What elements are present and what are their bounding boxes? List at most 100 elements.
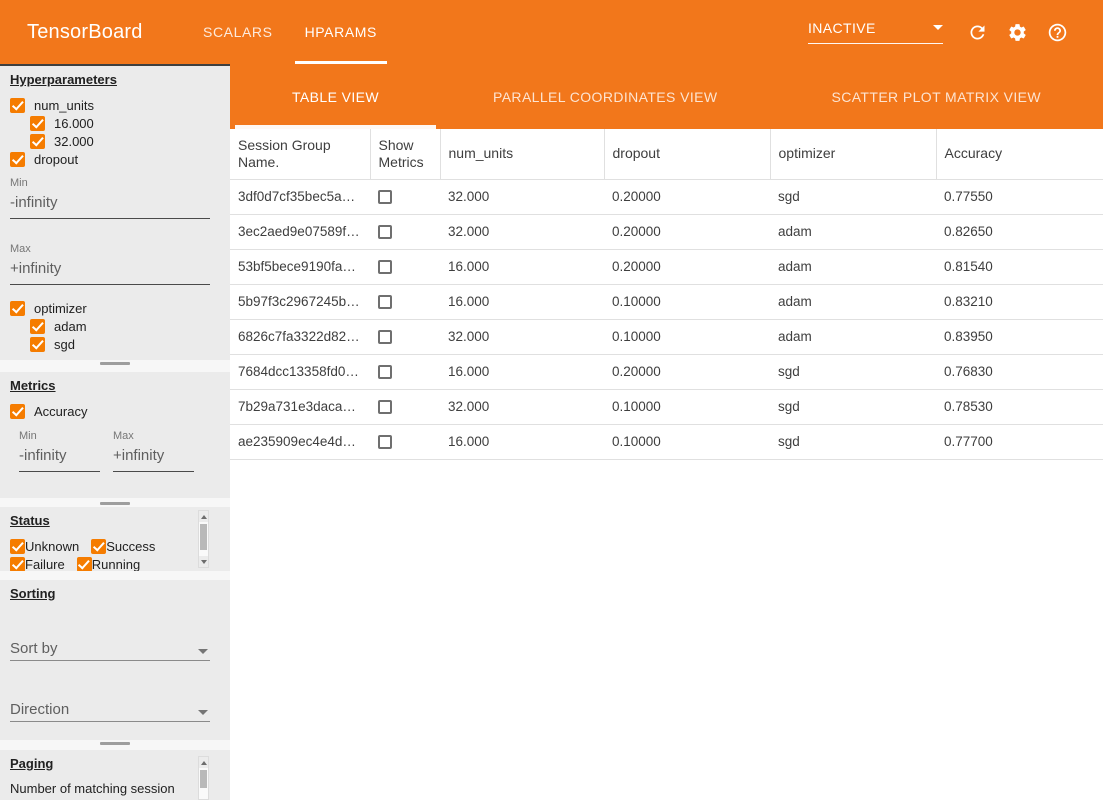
header-num-units[interactable]: num_units xyxy=(440,129,604,179)
table-row: 7b29a731e3daca… 32.000 0.10000 sgd 0.785… xyxy=(230,389,1103,424)
status-running-label: Running xyxy=(92,557,140,572)
scroll-up-button[interactable] xyxy=(199,511,208,522)
num-units-value-row: 16.000 xyxy=(30,114,210,132)
show-metrics-checkbox[interactable] xyxy=(378,225,392,239)
tab-scalars[interactable]: SCALARS xyxy=(187,0,289,64)
paging-pane: Paging Number of matching session groups… xyxy=(0,750,230,800)
num-units-32-label: 32.000 xyxy=(54,134,94,149)
dropout-cell: 0.20000 xyxy=(604,249,770,284)
accuracy-cell: 0.76830 xyxy=(936,354,1103,389)
accuracy-cell: 0.77700 xyxy=(936,424,1103,459)
hyperparameters-pane: Hyperparameters num_units 16.000 32.000 … xyxy=(0,66,230,360)
accuracy-cell: 0.81540 xyxy=(936,249,1103,284)
show-metrics-checkbox[interactable] xyxy=(378,330,392,344)
status-success-row: Success xyxy=(91,537,155,555)
pane-resize-handle[interactable] xyxy=(100,742,130,745)
num-units-16-checkbox[interactable] xyxy=(30,116,45,131)
dropout-min-label: Min xyxy=(10,177,210,192)
num-units-cell: 16.000 xyxy=(440,424,604,459)
status-running-checkbox[interactable] xyxy=(77,557,92,572)
num-units-32-checkbox[interactable] xyxy=(30,134,45,149)
pane-resize-handle[interactable] xyxy=(100,362,130,365)
optimizer-cell: adam xyxy=(770,214,936,249)
reload-interval-value: INACTIVE xyxy=(808,20,876,36)
dropout-cell: 0.10000 xyxy=(604,424,770,459)
accuracy-label: Accuracy xyxy=(34,404,87,419)
optimizer-adam-checkbox[interactable] xyxy=(30,319,45,334)
header-show-metrics[interactable]: Show Metrics xyxy=(370,129,440,179)
accuracy-cell: 0.77550 xyxy=(936,179,1103,214)
settings-button[interactable] xyxy=(997,12,1037,52)
show-metrics-checkbox[interactable] xyxy=(378,190,392,204)
session-table-body: 3df0d7cf35bec5a… 32.000 0.20000 sgd 0.77… xyxy=(230,179,1103,459)
optimizer-cell: sgd xyxy=(770,389,936,424)
scrollbar-thumb[interactable] xyxy=(200,524,207,550)
refresh-icon xyxy=(967,22,988,43)
show-metrics-cell xyxy=(370,214,440,249)
num-units-cell: 16.000 xyxy=(440,249,604,284)
optimizer-checkbox[interactable] xyxy=(10,301,25,316)
header-dropout[interactable]: dropout xyxy=(604,129,770,179)
tab-hparams[interactable]: HPARAMS xyxy=(289,0,393,64)
tab-scatter-plot-matrix-view[interactable]: SCATTER PLOT MATRIX VIEW xyxy=(774,64,1098,129)
topbar-actions: INACTIVE xyxy=(808,12,1103,52)
scroll-up-button[interactable] xyxy=(199,757,208,768)
status-unknown-row: Unknown xyxy=(10,537,79,555)
scroll-down-button[interactable] xyxy=(199,556,208,567)
show-metrics-cell xyxy=(370,424,440,459)
direction-select[interactable]: Direction xyxy=(10,701,210,722)
status-success-checkbox[interactable] xyxy=(91,539,106,554)
dropout-checkbox[interactable] xyxy=(10,152,25,167)
header-optimizer[interactable]: optimizer xyxy=(770,129,936,179)
paging-scrollbar[interactable] xyxy=(198,756,209,800)
refresh-button[interactable] xyxy=(957,12,997,52)
optimizer-sgd-checkbox[interactable] xyxy=(30,337,45,352)
accuracy-cell: 0.83210 xyxy=(936,284,1103,319)
show-metrics-checkbox[interactable] xyxy=(378,435,392,449)
show-metrics-checkbox[interactable] xyxy=(378,400,392,414)
scrollbar-thumb[interactable] xyxy=(200,770,207,788)
sort-by-select[interactable]: Sort by xyxy=(10,640,210,661)
app-title: TensorBoard xyxy=(27,21,167,44)
scrollbar-track[interactable] xyxy=(199,522,208,556)
tab-table-view[interactable]: TABLE VIEW xyxy=(235,64,436,129)
triangle-up-icon xyxy=(201,761,207,765)
hparam-dropout-row: dropout xyxy=(10,150,210,168)
dropout-min-input[interactable] xyxy=(10,192,210,219)
show-metrics-checkbox[interactable] xyxy=(378,295,392,309)
hparam-num-units-row: num_units xyxy=(10,96,210,114)
sidebar: Hyperparameters num_units 16.000 32.000 … xyxy=(0,64,230,800)
triangle-up-icon xyxy=(201,515,207,519)
header-session-group-name[interactable]: Session Group Name. xyxy=(230,129,370,179)
status-scrollbar[interactable] xyxy=(198,510,209,568)
scrollbar-track[interactable] xyxy=(199,768,208,799)
status-pane: Status Unknown Success Failure Running xyxy=(0,507,230,571)
status-failure-checkbox[interactable] xyxy=(10,557,25,572)
dropout-max-input[interactable] xyxy=(10,258,210,285)
show-metrics-cell xyxy=(370,319,440,354)
num-units-checkbox[interactable] xyxy=(10,98,25,113)
pane-resize-handle[interactable] xyxy=(100,502,130,505)
optimizer-cell: sgd xyxy=(770,354,936,389)
num-units-16-label: 16.000 xyxy=(54,116,94,131)
status-unknown-checkbox[interactable] xyxy=(10,539,25,554)
optimizer-label: optimizer xyxy=(34,301,87,316)
num-units-cell: 32.000 xyxy=(440,214,604,249)
session-group-name-cell: 3ec2aed9e07589f… xyxy=(230,214,370,249)
metric-max-field: Max xyxy=(113,430,194,472)
status-running-row: Running xyxy=(77,555,140,571)
show-metrics-cell xyxy=(370,354,440,389)
show-metrics-checkbox[interactable] xyxy=(378,365,392,379)
accuracy-cell: 0.83950 xyxy=(936,319,1103,354)
optimizer-cell: sgd xyxy=(770,424,936,459)
header-accuracy[interactable]: Accuracy xyxy=(936,129,1103,179)
metric-min-input[interactable] xyxy=(19,445,100,472)
top-app-bar: TensorBoard SCALARS HPARAMS INACTIVE xyxy=(0,0,1103,64)
help-button[interactable] xyxy=(1037,12,1077,52)
accuracy-checkbox[interactable] xyxy=(10,404,25,419)
accuracy-cell: 0.82650 xyxy=(936,214,1103,249)
show-metrics-checkbox[interactable] xyxy=(378,260,392,274)
tab-parallel-coordinates-view[interactable]: PARALLEL COORDINATES VIEW xyxy=(436,64,774,129)
reload-interval-select[interactable]: INACTIVE xyxy=(808,20,943,44)
metric-max-input[interactable] xyxy=(113,445,194,472)
